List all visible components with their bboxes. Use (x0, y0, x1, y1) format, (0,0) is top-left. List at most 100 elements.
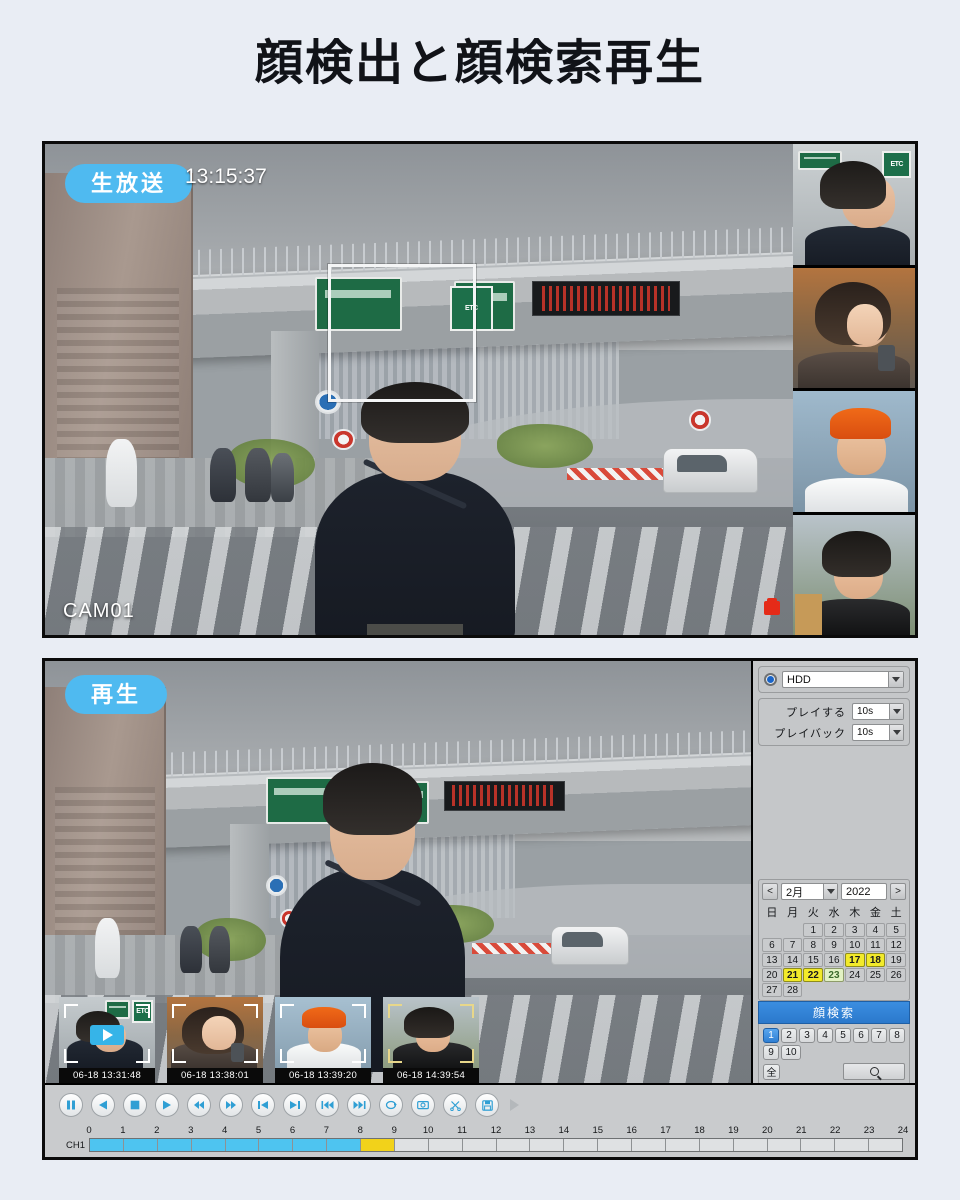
previous-frame-button[interactable] (251, 1093, 275, 1117)
calendar-day[interactable]: 13 (762, 953, 782, 967)
calendar-day[interactable]: 14 (783, 953, 803, 967)
face-thumbnail-3[interactable] (793, 391, 915, 512)
timeline-segment-rec[interactable] (327, 1139, 361, 1151)
timeline-segment-none[interactable] (734, 1139, 768, 1151)
chevron-down-icon[interactable] (823, 884, 837, 899)
clip-cut-button[interactable] (443, 1093, 467, 1117)
timeline-segment-none[interactable] (835, 1139, 869, 1151)
calendar-day[interactable]: 2 (824, 923, 844, 937)
play-back-select[interactable]: 10s (852, 724, 904, 741)
storage-radio-button[interactable] (764, 673, 777, 686)
calendar-day[interactable]: 9 (824, 938, 844, 952)
calendar-day[interactable]: 6 (762, 938, 782, 952)
timeline-segment-none[interactable] (768, 1139, 802, 1151)
timeline-segment-none[interactable] (463, 1139, 497, 1151)
calendar-day[interactable]: 8 (803, 938, 823, 952)
timeline-segment-none[interactable] (598, 1139, 632, 1151)
play-forward-select[interactable]: 10s (852, 703, 904, 720)
calendar-next-button[interactable]: > (890, 883, 906, 900)
skip-forward-button[interactable] (347, 1093, 371, 1117)
calendar-day[interactable]: 27 (762, 983, 782, 997)
timeline-segment-rec[interactable] (226, 1139, 260, 1151)
calendar-day[interactable]: 7 (783, 938, 803, 952)
loop-button[interactable] (379, 1093, 403, 1117)
storage-select[interactable]: HDD (782, 671, 904, 688)
timeline-segment-none[interactable] (530, 1139, 564, 1151)
calendar-day[interactable]: 1 (803, 923, 823, 937)
calendar-day[interactable]: 11 (866, 938, 886, 952)
chevron-down-icon[interactable] (889, 725, 903, 740)
live-video-scene[interactable]: ETC (45, 144, 915, 635)
face-result-item[interactable]: 06-18 13:39:20 (275, 997, 371, 1083)
timeline-bar[interactable] (89, 1138, 903, 1152)
reverse-play-button[interactable] (91, 1093, 115, 1117)
timeline-segment-none[interactable] (564, 1139, 598, 1151)
snapshot-button[interactable] (411, 1093, 435, 1117)
timeline-segment-none[interactable] (869, 1139, 902, 1151)
timeline-segment-rec[interactable] (158, 1139, 192, 1151)
skip-back-button[interactable] (315, 1093, 339, 1117)
channel-button-1[interactable]: 1 (763, 1028, 779, 1043)
timeline-segment-rec[interactable] (293, 1139, 327, 1151)
channel-button-8[interactable]: 8 (889, 1028, 905, 1043)
expand-more-icon[interactable] (510, 1099, 519, 1111)
calendar-month-select[interactable]: 2月 (781, 883, 838, 900)
face-thumbnail-2[interactable] (793, 268, 915, 389)
calendar-day[interactable]: 16 (824, 953, 844, 967)
calendar-day[interactable]: 22 (803, 968, 823, 982)
channel-button-2[interactable]: 2 (781, 1028, 797, 1043)
timeline-segment-none[interactable] (429, 1139, 463, 1151)
calendar-day[interactable]: 21 (783, 968, 803, 982)
calendar-day[interactable]: 15 (803, 953, 823, 967)
timeline-segment-evt[interactable] (361, 1139, 395, 1151)
channel-button-3[interactable]: 3 (799, 1028, 815, 1043)
chevron-down-icon[interactable] (888, 672, 903, 687)
face-thumbnail-4[interactable] (793, 515, 915, 636)
timeline-segment-rec[interactable] (124, 1139, 158, 1151)
calendar-day[interactable]: 10 (845, 938, 865, 952)
channel-button-6[interactable]: 6 (853, 1028, 869, 1043)
calendar-day[interactable]: 24 (845, 968, 865, 982)
playback-video[interactable]: ETC 再生 ETC (45, 661, 757, 1089)
calendar-prev-button[interactable]: < (762, 883, 778, 900)
timeline-segment-none[interactable] (801, 1139, 835, 1151)
calendar-day[interactable]: 17 (845, 953, 865, 967)
calendar-day[interactable]: 5 (886, 923, 906, 937)
timeline-segment-rec[interactable] (90, 1139, 124, 1151)
rewind-button[interactable] (187, 1093, 211, 1117)
pause-button[interactable] (59, 1093, 83, 1117)
next-frame-button[interactable] (283, 1093, 307, 1117)
calendar-day[interactable]: 25 (866, 968, 886, 982)
timeline-segment-rec[interactable] (259, 1139, 293, 1151)
calendar-day[interactable]: 28 (783, 983, 803, 997)
timeline-segment-none[interactable] (700, 1139, 734, 1151)
play-overlay-icon[interactable] (90, 1025, 124, 1045)
channel-button-5[interactable]: 5 (835, 1028, 851, 1043)
chevron-down-icon[interactable] (889, 704, 903, 719)
channel-button-9[interactable]: 9 (763, 1045, 779, 1060)
calendar-day[interactable]: 19 (886, 953, 906, 967)
play-button[interactable] (155, 1093, 179, 1117)
channel-button-10[interactable]: 10 (781, 1045, 801, 1060)
calendar-year-field[interactable]: 2022 (841, 883, 887, 900)
select-all-channels-button[interactable]: 全 (763, 1064, 780, 1080)
face-thumbnail-1[interactable]: ETC (793, 144, 915, 265)
calendar-day[interactable]: 12 (886, 938, 906, 952)
timeline-segment-none[interactable] (666, 1139, 700, 1151)
face-result-item[interactable]: 06-18 14:39:54 (383, 997, 479, 1083)
stop-button[interactable] (123, 1093, 147, 1117)
calendar-day[interactable]: 4 (866, 923, 886, 937)
calendar-day[interactable]: 26 (886, 968, 906, 982)
timeline-segment-rec[interactable] (192, 1139, 226, 1151)
timeline-segment-none[interactable] (497, 1139, 531, 1151)
face-search-button[interactable] (843, 1063, 905, 1080)
channel-button-7[interactable]: 7 (871, 1028, 887, 1043)
timeline-segment-none[interactable] (632, 1139, 666, 1151)
save-button[interactable] (475, 1093, 499, 1117)
face-result-item[interactable]: ETC 06-18 13:31:48 (59, 997, 155, 1083)
fast-forward-button[interactable] (219, 1093, 243, 1117)
calendar-day[interactable]: 23 (824, 968, 844, 982)
timeline-segment-none[interactable] (395, 1139, 429, 1151)
calendar-day[interactable]: 20 (762, 968, 782, 982)
face-result-item[interactable]: 06-18 13:38:01 (167, 997, 263, 1083)
